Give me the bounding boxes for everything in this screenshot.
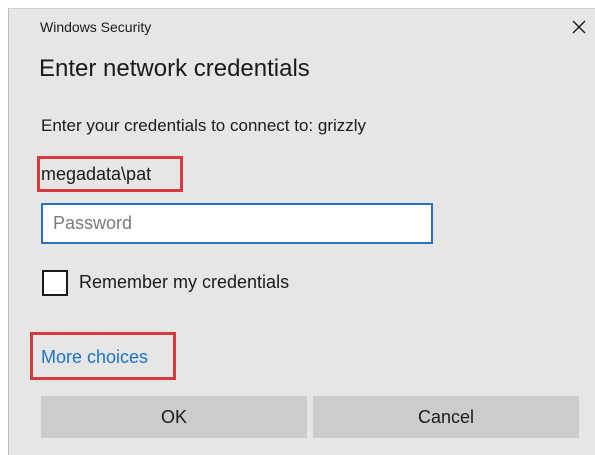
close-icon <box>572 20 586 34</box>
ok-button[interactable]: OK <box>41 396 307 438</box>
credentials-dialog: Windows Security Enter network credentia… <box>8 8 595 455</box>
remember-checkbox[interactable] <box>42 270 68 296</box>
username-text: megadata\pat <box>41 164 152 184</box>
password-input[interactable] <box>41 203 433 244</box>
dialog-heading: Enter network credentials <box>39 55 310 82</box>
connect-description: Enter your credentials to connect to: gr… <box>41 116 367 135</box>
remember-label[interactable]: Remember my credentials <box>79 272 289 293</box>
close-button[interactable] <box>567 15 591 39</box>
window-title: Windows Security <box>40 19 152 35</box>
more-choices-link[interactable]: More choices <box>41 347 148 368</box>
cancel-button[interactable]: Cancel <box>313 396 579 438</box>
